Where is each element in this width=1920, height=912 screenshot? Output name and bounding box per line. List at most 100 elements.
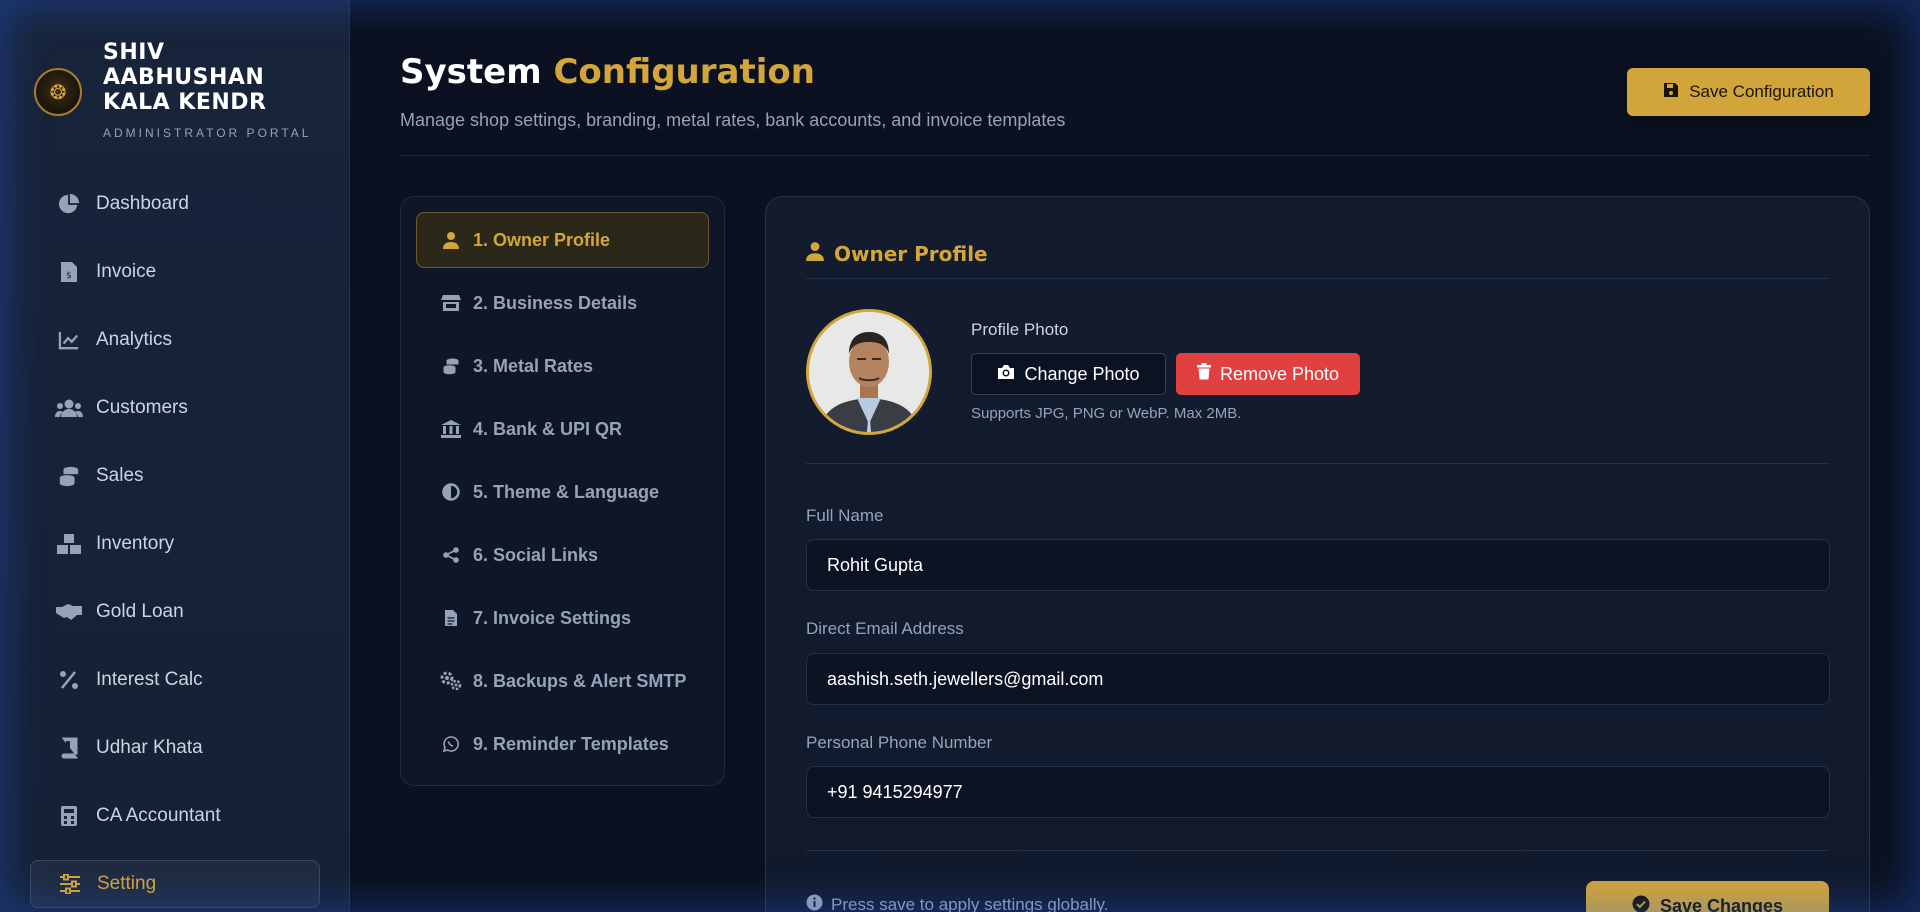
gears-icon	[439, 671, 463, 691]
footer-note-text: Press save to apply settings globally.	[831, 895, 1109, 912]
main-content: System Configuration Manage shop setting…	[350, 0, 1920, 912]
save-changes-button[interactable]: Save Changes	[1586, 881, 1829, 912]
brand-subtitle: ADMINISTRATOR PORTAL	[103, 126, 312, 140]
sidebar-item-label: Invoice	[96, 261, 157, 282]
sidebar: ❂ SHIV AABHUSHAN KALA KENDR ADMINISTRATO…	[0, 0, 350, 912]
panel-divider	[806, 850, 1829, 851]
user-icon	[439, 231, 463, 249]
phone-label: Personal Phone Number	[806, 733, 993, 752]
sidebar-item-label: Interest Calc	[96, 669, 203, 690]
settings-tabs: 1. Owner Profile 2. Business Details 3. …	[400, 196, 725, 786]
sidebar-item-inventory[interactable]: Inventory	[30, 520, 320, 568]
tab-label: 1. Owner Profile	[473, 229, 611, 250]
page-title: System Configuration	[400, 52, 815, 92]
sidebar-item-label: CA Accountant	[96, 805, 221, 826]
email-field[interactable]: aashish.seth.jewellers@gmail.com	[806, 653, 1830, 705]
remove-photo-button[interactable]: Remove Photo	[1176, 353, 1360, 395]
sidebar-item-label: Udhar Khata	[96, 737, 203, 758]
sidebar-item-analytics[interactable]: Analytics	[30, 316, 320, 364]
sidebar-item-invoice[interactable]: $ Invoice	[30, 248, 320, 296]
tab-label: 8. Backups & Alert SMTP	[473, 670, 687, 691]
tab-invoice-settings[interactable]: 7. Invoice Settings	[416, 590, 709, 646]
trash-icon	[1196, 363, 1211, 385]
email-label: Direct Email Address	[806, 619, 964, 638]
page-title-part2: Configuration	[553, 52, 815, 92]
pie-chart-icon	[54, 193, 84, 215]
header-divider	[400, 155, 1870, 156]
tab-bank-upi[interactable]: 4. Bank & UPI QR	[416, 401, 709, 457]
sidebar-item-setting[interactable]: Setting	[30, 860, 320, 908]
tab-metal-rates[interactable]: 3. Metal Rates	[416, 338, 709, 394]
sidebar-item-dashboard[interactable]: Dashboard	[30, 180, 320, 228]
tab-label: 9. Reminder Templates	[473, 733, 669, 754]
tab-reminder-templates[interactable]: 9. Reminder Templates	[416, 716, 709, 772]
remove-photo-label: Remove Photo	[1219, 363, 1340, 384]
tab-label: 4. Bank & UPI QR	[473, 418, 623, 439]
tab-social-links[interactable]: 6. Social Links	[416, 527, 709, 583]
profile-photo-label: Profile Photo	[971, 320, 1069, 339]
tab-theme-language[interactable]: 5. Theme & Language	[416, 464, 709, 520]
page-title-part1: System	[400, 52, 542, 92]
change-photo-label: Change Photo	[1024, 363, 1140, 384]
avatar	[806, 309, 932, 435]
store-icon	[439, 294, 463, 312]
check-circle-icon	[1632, 895, 1650, 912]
full-name-label: Full Name	[806, 506, 884, 525]
full-name-field[interactable]: Rohit Gupta	[806, 539, 1830, 591]
sidebar-item-sales[interactable]: Sales	[30, 452, 320, 500]
footer-note: Press save to apply settings globally.	[806, 894, 1109, 912]
calculator-icon	[54, 805, 84, 827]
sidebar-item-label: Inventory	[96, 533, 175, 554]
page-subtitle: Manage shop settings, branding, metal ra…	[400, 110, 1066, 130]
tab-label: 3. Metal Rates	[473, 355, 594, 376]
sidebar-item-label: Dashboard	[96, 193, 189, 214]
coins-icon	[439, 357, 463, 375]
boxes-icon	[54, 533, 84, 555]
sidebar-item-ca-accountant[interactable]: CA Accountant	[30, 792, 320, 840]
panel-divider	[806, 463, 1829, 464]
brand: ❂ SHIV AABHUSHAN KALA KENDR ADMINISTRATO…	[34, 40, 311, 140]
whatsapp-icon	[439, 736, 463, 752]
sidebar-item-label: Sales	[96, 465, 144, 486]
save-configuration-label: Save Configuration	[1689, 82, 1834, 101]
save-configuration-button[interactable]: Save Configuration	[1627, 68, 1870, 116]
book-icon	[54, 737, 84, 759]
line-chart-icon	[54, 330, 84, 350]
photo-hint: Supports JPG, PNG or WebP. Max 2MB.	[971, 405, 1242, 422]
panel-title: Owner Profile	[834, 241, 988, 266]
brand-logo-icon: ❂	[34, 68, 82, 116]
percent-icon	[54, 670, 84, 690]
tab-label: 2. Business Details	[473, 292, 638, 313]
owner-profile-panel: Owner Profile Profile Photo Change Photo…	[765, 196, 1870, 912]
change-photo-button[interactable]: Change Photo	[971, 353, 1166, 395]
users-icon	[54, 398, 84, 418]
tab-owner-profile[interactable]: 1. Owner Profile	[416, 212, 709, 268]
coins-icon	[54, 465, 84, 487]
brand-name: SHIV AABHUSHAN KALA KENDR	[103, 40, 267, 115]
bank-icon	[439, 420, 463, 438]
panel-divider	[806, 278, 1829, 279]
sidebar-item-gold-loan[interactable]: Gold Loan	[30, 588, 320, 636]
sliders-icon	[55, 874, 85, 894]
sidebar-item-label: Gold Loan	[96, 601, 184, 622]
save-changes-label: Save Changes	[1659, 895, 1784, 912]
tab-label: 5. Theme & Language	[473, 481, 660, 502]
handshake-icon	[54, 603, 84, 621]
panel-header: Owner Profile	[806, 241, 988, 266]
camera-icon	[997, 364, 1015, 385]
sidebar-item-interest-calc[interactable]: Interest Calc	[30, 656, 320, 704]
save-icon	[1663, 82, 1679, 103]
sidebar-nav: Dashboard $ Invoice Analytics Customers …	[30, 180, 320, 912]
tab-backups-smtp[interactable]: 8. Backups & Alert SMTP	[416, 653, 709, 709]
file-icon	[439, 609, 463, 627]
invoice-icon: $	[54, 261, 84, 283]
svg-text:$: $	[66, 271, 72, 281]
sidebar-item-label: Setting	[97, 873, 157, 894]
user-icon	[806, 241, 824, 266]
tab-business-details[interactable]: 2. Business Details	[416, 275, 709, 331]
sidebar-item-customers[interactable]: Customers	[30, 384, 320, 432]
tab-label: 6. Social Links	[473, 544, 599, 565]
info-icon	[806, 894, 823, 912]
phone-field[interactable]: +91 9415294977	[806, 766, 1830, 818]
sidebar-item-udhar-khata[interactable]: Udhar Khata	[30, 724, 320, 772]
